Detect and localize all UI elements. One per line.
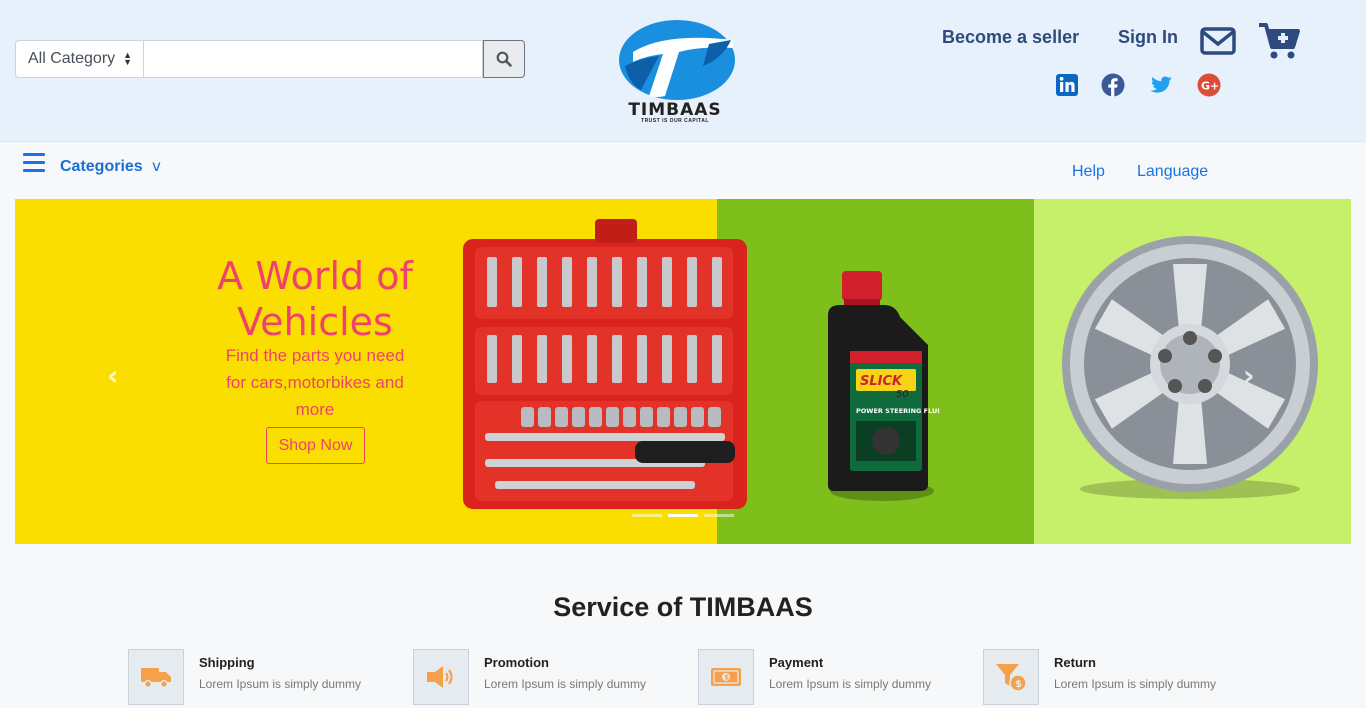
socket: [606, 407, 619, 427]
search-input[interactable]: [144, 40, 483, 78]
bit-socket: [587, 335, 597, 383]
search-button[interactable]: [483, 40, 525, 78]
money-bill-icon: $: [711, 668, 741, 686]
service-name: Shipping: [199, 655, 255, 670]
linkedin-icon[interactable]: [1055, 73, 1079, 97]
bit-socket: [637, 335, 647, 383]
bit-socket: [637, 257, 647, 307]
bit-socket: [612, 257, 622, 307]
become-seller-link[interactable]: Become a seller: [942, 27, 1079, 48]
chevron-left-icon[interactable]: ‹: [107, 359, 119, 392]
bit-socket: [537, 257, 547, 307]
bottle-brand-text: SLICK: [860, 374, 903, 389]
carousel-indicator[interactable]: [704, 514, 734, 517]
service-icon-box: [413, 649, 469, 705]
bit-socket: [712, 257, 722, 307]
cart-plus-icon[interactable]: [1258, 22, 1300, 60]
language-link[interactable]: Language: [1137, 163, 1208, 181]
socket: [708, 407, 721, 427]
bit-socket: [512, 335, 522, 383]
svg-text:$: $: [1015, 679, 1022, 690]
socket: [555, 407, 568, 427]
chevron-down-icon[interactable]: v: [152, 157, 161, 175]
service-icon-box: $: [698, 649, 754, 705]
carousel-indicators: [632, 514, 734, 517]
socket: [589, 407, 602, 427]
service-icon-box: $: [983, 649, 1039, 705]
shop-now-button[interactable]: Shop Now: [266, 427, 365, 464]
bottle-label-text: POWER STEERING FLUID: [856, 407, 940, 415]
categories-menu[interactable]: Categories: [60, 158, 143, 176]
socket: [572, 407, 585, 427]
category-select-value: All Category: [28, 50, 116, 67]
svg-text:$: $: [724, 674, 729, 682]
site-logo[interactable]: TIMBAAS TRUST IS OUR CAPITAL: [605, 18, 745, 124]
bit-socket: [587, 257, 597, 307]
bit-socket: [612, 335, 622, 383]
bit-socket: [537, 335, 547, 383]
google-plus-icon[interactable]: G+: [1197, 73, 1221, 97]
socket: [640, 407, 653, 427]
bit-socket: [687, 257, 697, 307]
hero-carousel: SLICK 50 POWER STEERING FLUID A World of…: [15, 199, 1351, 544]
socket: [623, 407, 636, 427]
mail-icon[interactable]: [1200, 27, 1236, 55]
socket: [521, 407, 534, 427]
twitter-icon[interactable]: [1149, 73, 1173, 97]
sign-in-link[interactable]: Sign In: [1118, 27, 1178, 48]
hero-title: A World of Vehicles: [217, 254, 413, 344]
hubcap-image: [1062, 236, 1318, 499]
service-name: Return: [1054, 655, 1096, 670]
bit-socket: [487, 257, 497, 307]
menu-icon[interactable]: [23, 153, 45, 173]
bit-socket: [487, 335, 497, 383]
carousel-indicator[interactable]: [632, 514, 662, 517]
service-desc: Lorem Ipsum is simply dummy: [484, 677, 647, 691]
logo-text: TIMBAAS: [628, 100, 722, 120]
chevron-right-icon[interactable]: ›: [1243, 359, 1255, 392]
bit-socket: [662, 257, 672, 307]
bit-socket: [512, 257, 522, 307]
category-nav: Categories v Help Language: [0, 143, 1366, 199]
wrench-bar: [495, 481, 695, 489]
carousel-indicator[interactable]: [668, 514, 698, 517]
filter-dollar-icon: $: [996, 664, 1027, 692]
megaphone-icon: [427, 666, 453, 688]
bit-socket: [662, 335, 672, 383]
facebook-icon[interactable]: [1101, 73, 1125, 97]
search-bar: All Category ▲ ▼: [15, 40, 525, 78]
ratchet-handle: [635, 441, 735, 463]
svg-text:G+: G+: [1201, 80, 1219, 93]
service-name: Payment: [769, 655, 824, 670]
wrench-bar: [485, 433, 725, 441]
service-desc: Lorem Ipsum is simply dummy: [769, 677, 932, 691]
tool-kit-image: [463, 219, 747, 509]
select-arrows-icon: ▲ ▼: [123, 50, 133, 67]
search-icon: [496, 51, 512, 67]
bit-socket: [712, 335, 722, 383]
socket: [674, 407, 687, 427]
help-link[interactable]: Help: [1072, 163, 1105, 181]
steering-fluid-bottle-image: SLICK 50 POWER STEERING FLUID: [828, 271, 940, 501]
bit-socket: [562, 335, 572, 383]
truck-icon: [141, 668, 171, 689]
service-desc: Lorem Ipsum is simply dummy: [1054, 677, 1217, 691]
socket: [691, 407, 704, 427]
bit-socket: [687, 335, 697, 383]
services-title: Service of TIMBAAS: [553, 592, 813, 622]
logo-tagline: TRUST IS OUR CAPITAL: [641, 118, 709, 124]
hero-subtitle: Find the parts you need for cars,motorbi…: [225, 346, 405, 419]
bit-socket: [562, 257, 572, 307]
logo-emblem-icon: [619, 20, 735, 100]
site-header: All Category ▲ ▼ TIMBAAS TRUST IS OUR CAP…: [0, 0, 1366, 142]
bottle-brand-num-text: 50: [896, 389, 909, 400]
socket: [657, 407, 670, 427]
service-name: Promotion: [484, 655, 549, 670]
category-select[interactable]: All Category ▲ ▼: [15, 40, 144, 78]
service-desc: Lorem Ipsum is simply dummy: [199, 677, 362, 691]
service-icon-box: [128, 649, 184, 705]
socket: [538, 407, 551, 427]
